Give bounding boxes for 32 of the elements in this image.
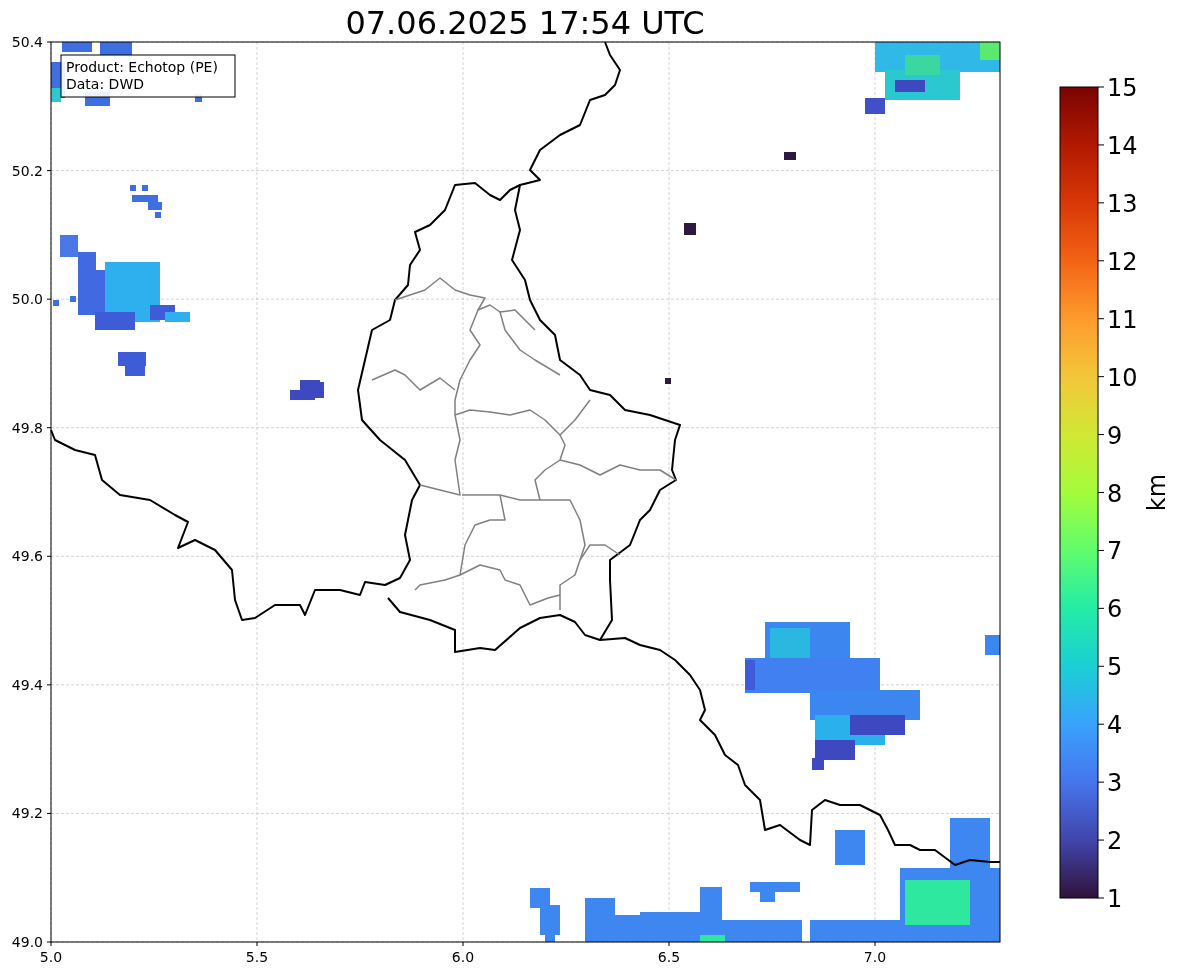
colorbar-tick-label: 8	[1107, 479, 1123, 508]
latitude-label: 50.4	[11, 34, 43, 50]
colorbar-tick-label: 7	[1107, 537, 1123, 566]
latitude-label: 49.4	[11, 676, 43, 693]
colorbar-tick-label: 9	[1107, 421, 1123, 450]
colorbar-tick-label: 11	[1107, 305, 1138, 334]
legend-text: Product: Echotop (PE)	[66, 59, 218, 75]
longitude-label: 6.5	[657, 949, 681, 965]
colorbar-tick-label: 1	[1107, 885, 1123, 913]
map-title: 07.06.2025 17:54 UTC	[345, 4, 705, 42]
colorbar-tick-label: 15	[1107, 74, 1138, 102]
latitude-label: 50.2	[11, 162, 43, 179]
latitude-label: 49.0	[11, 934, 43, 950]
colorbar-tick-label: 12	[1107, 247, 1138, 276]
colorbar-tick-label: 6	[1107, 595, 1123, 624]
latitude-label: 49.2	[11, 805, 43, 822]
longitude-label: 6.0	[451, 949, 475, 965]
colorbar-tick-label: 14	[1107, 131, 1138, 160]
latitude-label: 49.8	[11, 419, 43, 436]
longitude-label: 5.5	[245, 949, 269, 965]
colorbar-tick-label: 5	[1107, 653, 1123, 682]
colorbar-tick-label: 10	[1107, 363, 1138, 392]
colorbar-tick-label: 2	[1107, 827, 1123, 856]
latitude-label: 49.6	[11, 548, 43, 565]
colorbar-tick-label: 13	[1107, 189, 1138, 218]
colorbar-tick-label: 4	[1107, 711, 1123, 740]
longitude-label: 5.0	[39, 949, 63, 965]
colorbar-tick-label: 3	[1107, 769, 1123, 798]
longitude-label: 7.0	[863, 949, 887, 965]
latitude-label: 50.0	[11, 291, 43, 308]
legend-text: Data: DWD	[66, 76, 144, 92]
colorbar-label: km	[1143, 473, 1171, 512]
